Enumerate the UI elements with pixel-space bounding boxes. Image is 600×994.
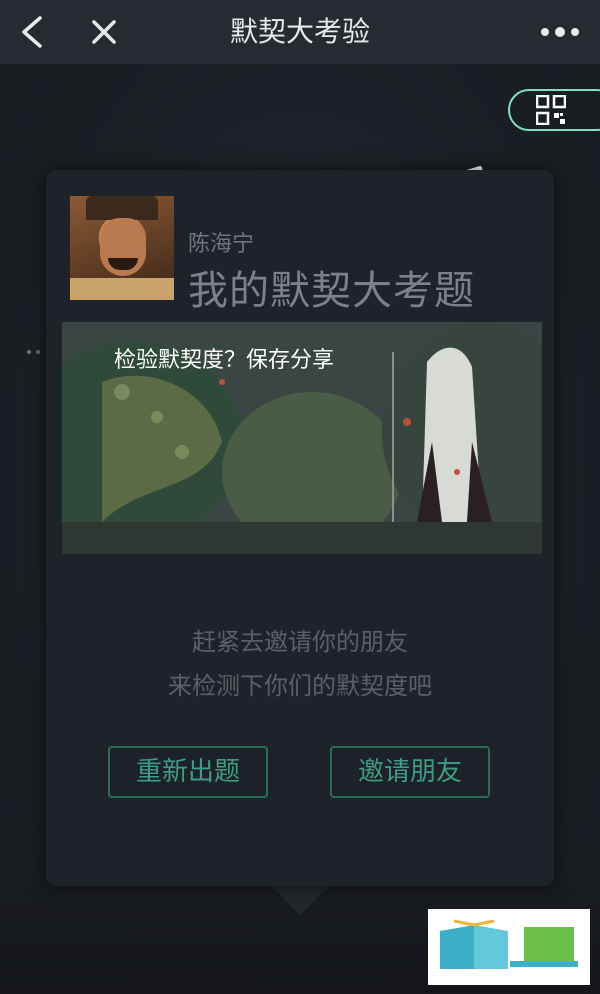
banner-caption: 检验默契度？保存分享 [114, 348, 335, 373]
invite-friends-button[interactable]: 邀请朋友 [330, 746, 490, 798]
close-icon [92, 20, 116, 44]
qr-code-icon [536, 95, 566, 125]
qr-code-button[interactable] [508, 89, 600, 131]
avatar [70, 196, 174, 300]
banner-illustration: 检验默契度？保存分享 [62, 322, 542, 554]
watermark-logo [428, 909, 590, 985]
hint-line-1: 赶紧去邀请你的朋友 [192, 628, 408, 656]
redo-quiz-button[interactable]: 重新出题 [108, 746, 268, 798]
author-name: 陈海宁 [188, 232, 255, 257]
page-title: 默契大考验 [229, 15, 370, 48]
quiz-card: 陈海宁 我的默契大考题 检验默契度？保存分享 赶紧去邀请你的朋友 来检测下你们的… [46, 170, 554, 886]
chevron-left-icon [22, 16, 42, 48]
floor-triangle-decoration [270, 885, 330, 915]
dots-decoration [26, 340, 46, 359]
back-button[interactable] [0, 0, 64, 64]
close-button[interactable] [72, 0, 136, 64]
hint-line-2: 来检测下你们的默契度吧 [168, 672, 432, 700]
quiz-title: 我的默契大考题 [188, 268, 475, 314]
more-button[interactable] [528, 0, 592, 64]
top-navbar: 默契大考验 [0, 0, 600, 64]
more-dots-icon [541, 27, 579, 37]
